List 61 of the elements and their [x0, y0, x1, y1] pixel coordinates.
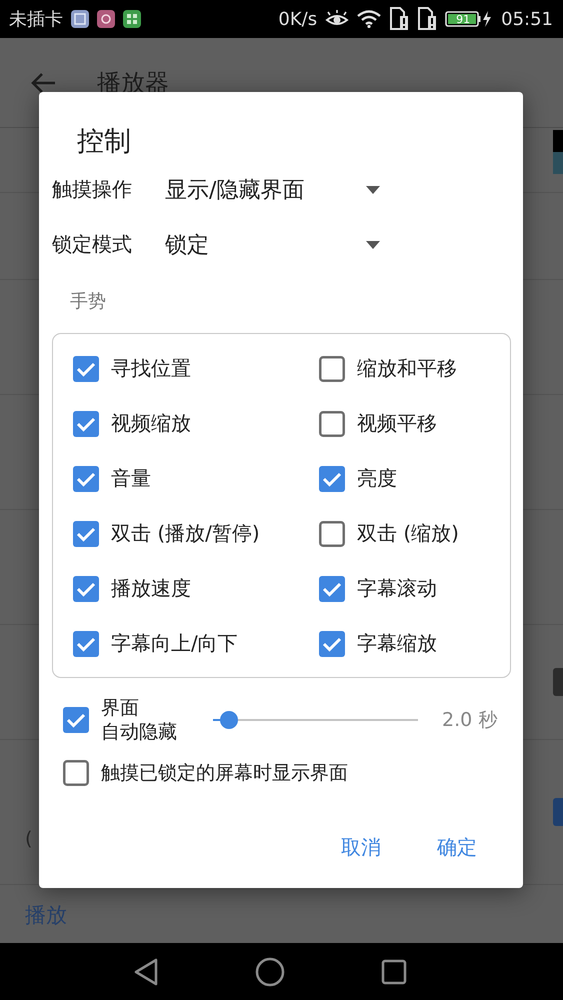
home-icon[interactable]: [254, 956, 284, 986]
gallery-app-icon: [71, 10, 89, 28]
checkbox[interactable]: [72, 464, 100, 492]
grid-app-icon: [123, 10, 141, 28]
checkbox-label: 视频缩放: [111, 410, 191, 437]
checkbox[interactable]: [318, 354, 346, 382]
sim-alert-icon: [417, 7, 438, 31]
checkbox[interactable]: [318, 574, 346, 602]
checkbox-label: 触摸已锁定的屏幕时显示界面: [101, 761, 348, 786]
checkbox[interactable]: [72, 630, 100, 658]
back-arrow-icon[interactable]: [30, 72, 56, 94]
network-speed: 0K/s: [278, 8, 318, 30]
checkbox-label: 双击 (缩放): [357, 520, 459, 547]
recent-apps-icon[interactable]: [380, 958, 406, 984]
checkbox-label: 字幕滚动: [357, 575, 437, 602]
setting-label: 触摸操作: [52, 176, 133, 203]
cancel-button[interactable]: 取消: [329, 826, 393, 866]
checkbox-label: 亮度: [357, 465, 397, 492]
section-header: 播放: [24, 902, 68, 929]
checkbox-label: 字幕向上/向下: [111, 630, 238, 657]
checkbox[interactable]: [72, 520, 100, 548]
eye-icon: [325, 10, 350, 28]
dialog-title: 控制: [77, 125, 131, 159]
slider-thumb[interactable]: [220, 711, 238, 729]
section-label: 手势: [70, 291, 106, 312]
checkbox[interactable]: [318, 520, 346, 548]
checkbox-label: 字幕缩放: [357, 630, 437, 657]
checkbox-label: 缩放和平移: [357, 355, 457, 382]
caret-icon: [366, 240, 380, 248]
checkbox[interactable]: [62, 759, 90, 787]
checkbox[interactable]: [72, 354, 100, 382]
setting-label: 锁定模式: [52, 231, 133, 258]
checkbox-label: 界面: [101, 696, 139, 720]
checkbox[interactable]: [318, 464, 346, 492]
wifi-icon: [357, 10, 382, 28]
checkbox[interactable]: [72, 410, 100, 438]
dropdown[interactable]: 锁定: [165, 230, 380, 260]
checkbox-label: 寻找位置: [111, 355, 191, 382]
carrier-text: 未插卡: [9, 8, 63, 31]
checkbox[interactable]: [318, 630, 346, 658]
slider-value: 2.0 秒: [442, 708, 498, 733]
checkbox-label: 视频平移: [357, 410, 437, 437]
caret-icon: [366, 186, 380, 194]
slider[interactable]: [213, 709, 418, 731]
clock-text: 05:51: [501, 8, 553, 30]
dropdown[interactable]: 显示/隐藏界面: [165, 174, 380, 204]
checkbox-label: 自动隐藏: [101, 720, 177, 744]
back-icon[interactable]: [132, 958, 158, 986]
toggle-switch[interactable]: [553, 798, 563, 826]
toggle-switch[interactable]: [553, 668, 563, 696]
sim-alert-icon: [389, 7, 410, 31]
app-icon: [97, 10, 115, 28]
ok-button[interactable]: 确定: [425, 826, 489, 866]
checkbox[interactable]: [318, 410, 346, 438]
checkbox-label: 音量: [111, 465, 151, 492]
checkbox[interactable]: [72, 574, 100, 602]
color-swatch-icon: [553, 130, 563, 174]
checkbox-label: 播放速度: [111, 575, 191, 602]
checkbox[interactable]: [62, 706, 90, 734]
checkbox-label: 双击 (播放/暂停): [111, 520, 260, 547]
setting-summary: (: [25, 827, 32, 852]
